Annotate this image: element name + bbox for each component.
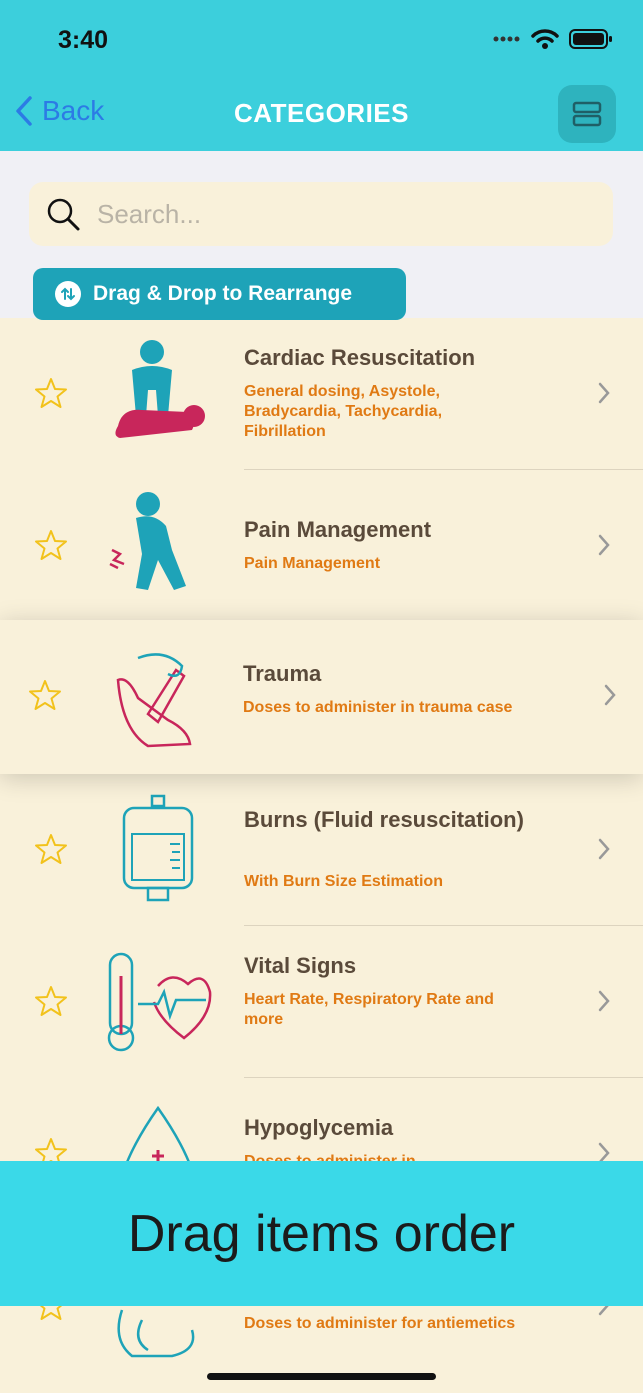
star-icon[interactable]	[34, 528, 68, 562]
drag-rearrange-button[interactable]: Drag & Drop to Rearrange	[33, 268, 406, 320]
category-row[interactable]: Vital Signs Heart Rate, Respiratory Rate…	[0, 926, 643, 1078]
page-title: CATEGORIES	[234, 98, 409, 128]
category-subtitle: With Burn Size Estimation	[244, 873, 443, 890]
chevron-right-icon	[598, 838, 610, 860]
wifi-icon	[531, 29, 559, 49]
chevron-right-icon	[598, 382, 610, 404]
category-row-dragging[interactable]: Trauma Doses to administer in trauma cas…	[0, 620, 643, 774]
category-row[interactable]: Burns (Fluid resuscitation) With Burn Si…	[0, 774, 643, 926]
chevron-right-icon	[604, 684, 616, 706]
status-time: 3:40	[58, 26, 109, 54]
search-icon	[47, 198, 80, 231]
home-indicator[interactable]	[207, 1373, 436, 1380]
battery-icon	[569, 29, 612, 49]
status-icons	[493, 28, 613, 50]
category-name: Burns (Fluid resuscitation)	[244, 807, 524, 832]
pain-icon	[109, 492, 186, 590]
star-icon[interactable]	[34, 376, 68, 410]
category-subtitle: Heart Rate, Respiratory Rate and more	[244, 991, 494, 1028]
category-row[interactable]: Cardiac Resuscitation General dosing, As…	[0, 318, 643, 470]
category-name: Cardiac Resuscitation	[244, 345, 476, 370]
caption-banner: Drag items order	[0, 1161, 643, 1306]
signal-icon	[493, 36, 520, 42]
swap-icon	[55, 281, 81, 307]
star-icon[interactable]	[34, 832, 68, 866]
category-subtitle: Pain Management	[244, 555, 381, 572]
category-name: Hypoglycemia	[244, 1115, 394, 1140]
chevron-right-icon	[598, 990, 610, 1012]
category-subtitle: Doses to administer in trauma case	[243, 699, 513, 716]
search-area: Drag & Drop to Rearrange	[0, 151, 643, 320]
category-subtitle: General dosing, Asystole, Bradycardia, T…	[244, 383, 443, 440]
search-box[interactable]	[29, 182, 613, 246]
chevron-right-icon	[598, 534, 610, 556]
category-name: Vital Signs	[244, 953, 357, 978]
cpr-icon	[115, 340, 205, 438]
rows-icon	[572, 101, 602, 127]
drag-rearrange-label: Drag & Drop to Rearrange	[93, 282, 353, 305]
category-row[interactable]: Pain Management Pain Management	[0, 470, 643, 622]
star-icon[interactable]	[34, 984, 68, 1018]
nav-header: 3:40 Back CATEGORIES	[0, 0, 643, 151]
vital-signs-icon	[107, 952, 212, 1052]
star-icon[interactable]	[28, 678, 62, 712]
category-name: Trauma	[243, 661, 322, 686]
iv-bag-icon	[122, 794, 194, 902]
caption-text: Drag items order	[127, 1204, 516, 1263]
search-input[interactable]	[97, 198, 577, 230]
category-name: Pain Management	[244, 517, 432, 542]
trauma-icon	[116, 653, 192, 748]
category-subtitle: Doses to administer for antiemetics	[244, 1315, 516, 1332]
layout-toggle-button[interactable]	[558, 85, 616, 143]
